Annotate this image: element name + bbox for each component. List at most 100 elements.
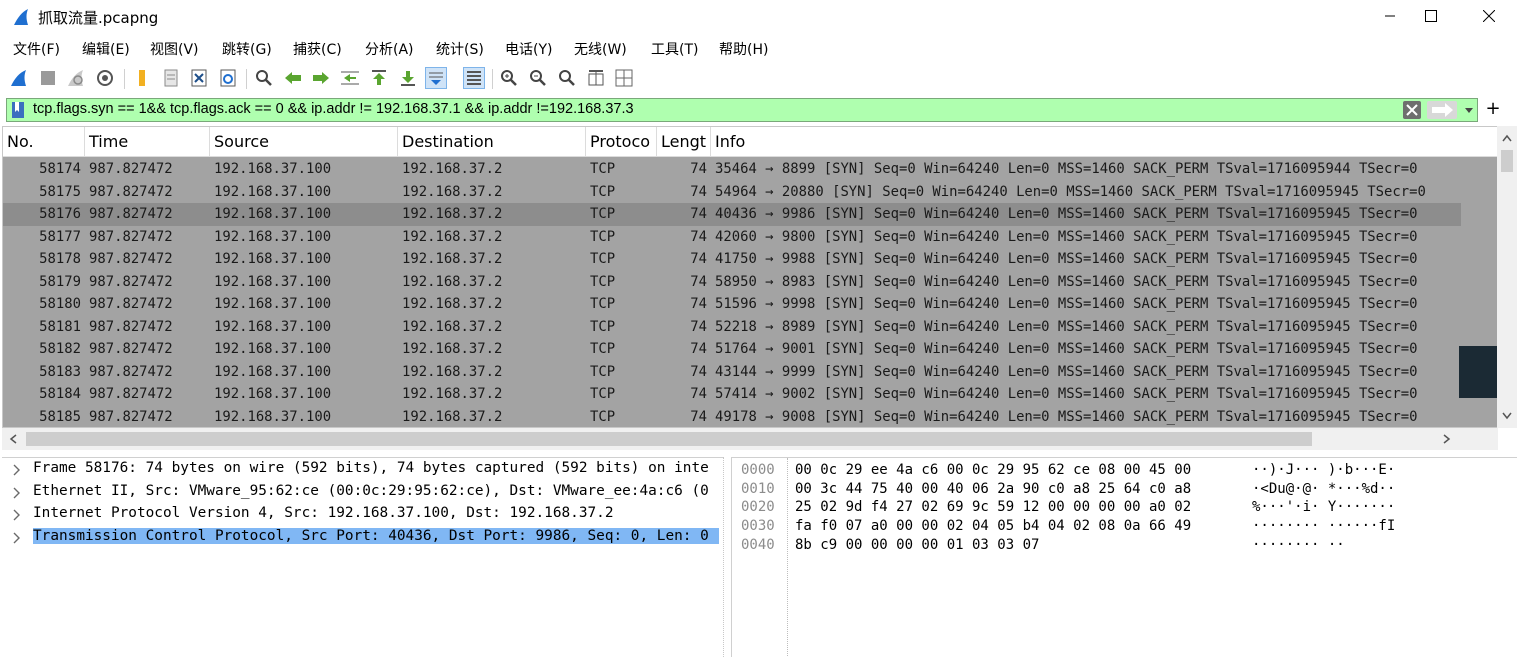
bytes-ascii[interactable]: ········ ······fI: [1252, 518, 1395, 534]
expand-arrow-icon[interactable]: [11, 508, 23, 522]
scroll-left-icon[interactable]: [9, 434, 17, 444]
bytes-offset[interactable]: 0040: [741, 537, 775, 553]
restart-capture-icon[interactable]: [65, 67, 87, 89]
scroll-thumb[interactable]: [1501, 150, 1513, 172]
packet-row[interactable]: 58176 987.827472 192.168.37.100 192.168.37.…: [3, 203, 1461, 226]
menu-tools[interactable]: 工具(T): [651, 39, 698, 59]
detail-tree-item[interactable]: Transmission Control Protocol, Src Port:…: [2, 526, 723, 549]
bytes-offset[interactable]: 0010: [741, 481, 775, 497]
menu-go[interactable]: 跳转(G): [222, 39, 272, 59]
menu-capture[interactable]: 捕获(C): [293, 39, 342, 59]
start-capture-icon[interactable]: [8, 67, 30, 89]
column-header-time[interactable]: Time: [85, 127, 210, 157]
menu-statistics[interactable]: 统计(S): [436, 39, 484, 59]
bytes-hex[interactable]: 00 3c 44 75 40 00 40 06 2a 90 c0 a8 25 6…: [795, 481, 1191, 497]
capture-options-icon[interactable]: [94, 67, 116, 89]
bytes-ascii[interactable]: %···'·i· Y·······: [1252, 499, 1395, 515]
bytes-hex[interactable]: 8b c9 00 00 00 00 01 03 03 07: [795, 537, 1039, 553]
go-to-packet-icon[interactable]: [339, 67, 361, 89]
column-header-no[interactable]: No.: [3, 127, 85, 157]
colorize-icon[interactable]: [463, 67, 485, 89]
packet-list-vscrollbar[interactable]: [1459, 126, 1517, 428]
packet-row[interactable]: 58179 987.827472 192.168.37.100 192.168.37.…: [3, 271, 1461, 294]
minimize-button[interactable]: [1367, 0, 1413, 32]
bytes-hex[interactable]: 25 02 9d f4 27 02 69 9c 59 12 00 00 00 0…: [795, 499, 1191, 515]
scroll-up-icon[interactable]: [1502, 134, 1512, 142]
go-back-icon[interactable]: [282, 67, 304, 89]
detail-tree-item[interactable]: Ethernet II, Src: VMware_95:62:ce (00:0c…: [2, 481, 723, 504]
packet-list-hscrollbar[interactable]: [2, 428, 1498, 450]
column-header-protocol[interactable]: Protoco: [586, 127, 657, 157]
packet-row[interactable]: 58181 987.827472 192.168.37.100 192.168.37.…: [3, 316, 1461, 339]
bytes-hex[interactable]: 00 0c 29 ee 4a c6 00 0c 29 95 62 ce 08 0…: [795, 462, 1191, 478]
cell-length: 74: [690, 251, 707, 267]
menu-analyze[interactable]: 分析(A): [365, 39, 414, 59]
bytes-offset[interactable]: 0020: [741, 499, 775, 515]
layout-icon[interactable]: [613, 67, 635, 89]
open-file-icon[interactable]: [131, 67, 153, 89]
filter-bookmark-icon[interactable]: [11, 102, 25, 118]
filter-clear-button[interactable]: [1403, 101, 1421, 119]
hscroll-thumb[interactable]: [26, 432, 1312, 446]
menu-edit[interactable]: 编辑(E): [82, 39, 130, 59]
pane-splitter[interactable]: [723, 457, 731, 657]
find-packet-icon[interactable]: [253, 67, 275, 89]
bytes-offset[interactable]: 0000: [741, 462, 775, 478]
bytes-offset[interactable]: 0030: [741, 518, 775, 534]
save-file-icon[interactable]: [160, 67, 182, 89]
detail-tree-item[interactable]: Frame 58176: 74 bytes on wire (592 bits)…: [2, 458, 723, 481]
menu-file[interactable]: 文件(F): [13, 39, 60, 59]
packet-row[interactable]: 58184 987.827472 192.168.37.100 192.168.37.…: [3, 383, 1461, 406]
menu-help[interactable]: 帮助(H): [719, 39, 768, 59]
zoom-in-icon[interactable]: [498, 67, 520, 89]
go-last-icon[interactable]: [397, 67, 419, 89]
scroll-down-icon[interactable]: [1502, 412, 1512, 420]
menu-view[interactable]: 视图(V): [150, 39, 199, 59]
maximize-button[interactable]: [1408, 0, 1454, 32]
add-filter-button[interactable]: +: [1483, 98, 1503, 122]
bytes-ascii[interactable]: ·<Du@·@· *···%d··: [1252, 481, 1395, 497]
close-file-icon[interactable]: [188, 67, 210, 89]
bytes-ascii[interactable]: ··)·J··· )·b···E·: [1252, 462, 1395, 478]
display-filter-bar[interactable]: tcp.flags.syn == 1&& tcp.flags.ack == 0 …: [6, 98, 1478, 122]
display-filter-input[interactable]: tcp.flags.syn == 1&& tcp.flags.ack == 0 …: [33, 101, 634, 117]
packet-row[interactable]: 58177 987.827472 192.168.37.100 192.168.37.…: [3, 226, 1461, 249]
zoom-out-icon[interactable]: [527, 67, 549, 89]
packet-row[interactable]: 58182 987.827472 192.168.37.100 192.168.37.…: [3, 338, 1461, 361]
column-header-source[interactable]: Source: [210, 127, 398, 157]
stop-capture-icon[interactable]: [37, 67, 59, 89]
packet-row[interactable]: 58180 987.827472 192.168.37.100 192.168.37.…: [3, 293, 1461, 316]
column-header-length[interactable]: Lengt: [657, 127, 711, 157]
bytes-hex[interactable]: fa f0 07 a0 00 00 02 04 05 b4 04 02 08 0…: [795, 518, 1191, 534]
menu-wireless[interactable]: 无线(W): [574, 39, 627, 59]
expand-arrow-icon[interactable]: [11, 463, 23, 477]
packet-row[interactable]: 58185 987.827472 192.168.37.100 192.168.37.…: [3, 406, 1461, 428]
arrow-right-icon: [1432, 103, 1453, 117]
column-header-info[interactable]: Info: [711, 127, 1497, 157]
menu-telephony[interactable]: 电话(Y): [505, 39, 552, 59]
expand-arrow-icon[interactable]: [11, 531, 23, 545]
packet-row[interactable]: 58175 987.827472 192.168.37.100 192.168.37.…: [3, 181, 1461, 204]
close-button[interactable]: [1466, 0, 1512, 32]
expand-arrow-icon[interactable]: [11, 486, 23, 500]
resize-columns-icon[interactable]: [585, 67, 607, 89]
detail-tree-item[interactable]: Internet Protocol Version 4, Src: 192.16…: [2, 503, 723, 526]
go-first-icon[interactable]: [368, 67, 390, 89]
autoscroll-icon[interactable]: [425, 67, 447, 89]
column-header-destination[interactable]: Destination: [398, 127, 586, 157]
packet-row[interactable]: 58183 987.827472 192.168.37.100 192.168.37.…: [3, 361, 1461, 384]
reload-file-icon[interactable]: [217, 67, 239, 89]
go-forward-icon[interactable]: [310, 67, 332, 89]
packet-row[interactable]: 58178 987.827472 192.168.37.100 192.168.37.…: [3, 248, 1461, 271]
cell-source: 192.168.37.100: [214, 363, 332, 380]
bytes-ascii[interactable]: ········ ··: [1252, 537, 1345, 553]
zoom-normal-icon[interactable]: [556, 67, 578, 89]
menu-bar: 文件(F) 编辑(E) 视图(V) 跳转(G) 捕获(C) 分析(A) 统计(S…: [0, 36, 1517, 62]
scroll-right-icon[interactable]: [1443, 434, 1451, 444]
packet-row[interactable]: 58174 987.827472 192.168.37.100 192.168.37.…: [3, 158, 1461, 181]
cell-length: 74: [690, 161, 707, 177]
cell-destination: 192.168.37.2: [402, 386, 503, 402]
filter-history-dropdown[interactable]: [1461, 101, 1477, 119]
detail-text: Transmission Control Protocol, Src Port:…: [33, 527, 719, 544]
filter-apply-button[interactable]: [1427, 101, 1457, 119]
